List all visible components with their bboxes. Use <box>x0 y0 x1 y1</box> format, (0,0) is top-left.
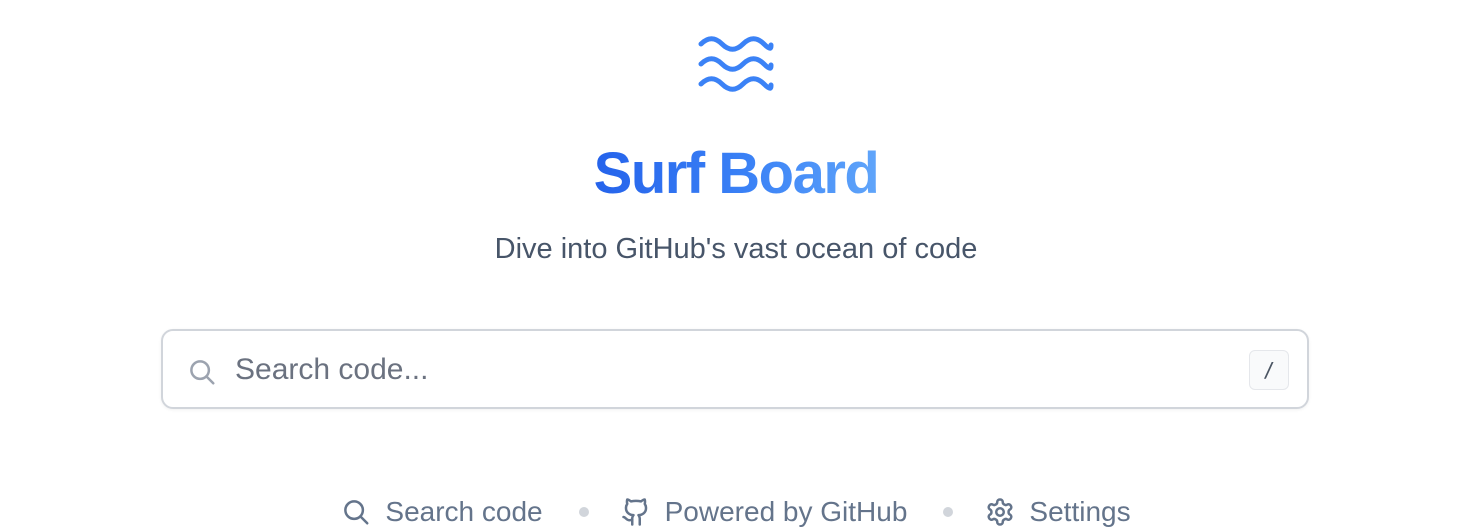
footer-link-search-code[interactable]: Search code <box>341 496 543 528</box>
search-box[interactable]: / <box>161 329 1309 409</box>
footer-link-label: Settings <box>1029 496 1131 527</box>
page-subtitle: Dive into GitHub's vast ocean of code <box>494 233 978 265</box>
footer-link-label: Search code <box>385 496 543 527</box>
footer-link-settings[interactable]: Settings <box>985 496 1131 528</box>
search-icon <box>344 500 369 525</box>
search-icon <box>190 360 215 385</box>
search-input[interactable] <box>235 349 1215 391</box>
github-icon <box>621 498 647 526</box>
keyboard-shortcut-badge: / <box>1249 350 1289 390</box>
waves-icon <box>698 36 774 92</box>
footer-links: Search code Powered by GitHub Settings <box>0 492 1472 532</box>
gear-icon <box>987 498 1013 526</box>
footer-link-label: Powered by GitHub <box>664 496 908 527</box>
page-title: Surf Board <box>0 140 1472 208</box>
app-title: Surf Board <box>593 141 880 206</box>
footer-link-github[interactable]: Powered by GitHub <box>621 496 908 528</box>
separator-dot <box>578 507 589 517</box>
separator-dot <box>943 507 954 517</box>
